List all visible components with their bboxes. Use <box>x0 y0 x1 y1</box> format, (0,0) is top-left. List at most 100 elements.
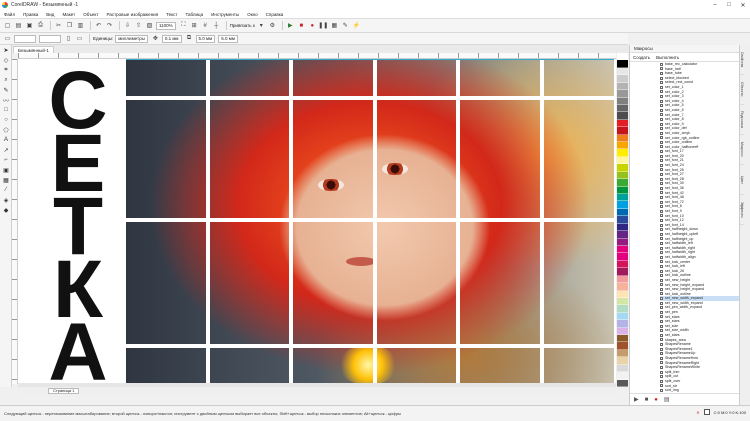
print-icon[interactable]: ⎙ <box>36 21 45 30</box>
palette-swatch[interactable] <box>617 201 628 209</box>
macro-manager-icon[interactable]: ▦ <box>330 21 339 30</box>
palette-swatch[interactable] <box>617 216 628 224</box>
maximize-icon[interactable]: □ <box>722 0 736 10</box>
palette-swatch[interactable] <box>617 60 628 68</box>
chevron-down-icon[interactable]: ▾ <box>257 21 266 30</box>
palette-swatch[interactable] <box>617 312 628 321</box>
run-macro-button[interactable]: Выполнить <box>656 55 679 60</box>
zoom-level-field[interactable]: 1100% <box>156 21 176 30</box>
palette-swatch[interactable] <box>617 186 628 195</box>
docker-tab[interactable]: Подсказки <box>740 105 744 135</box>
menu-table[interactable]: Таблица <box>185 12 203 17</box>
publish-pdf-icon[interactable]: ▧ <box>145 21 154 30</box>
nudge-distance-field[interactable]: 0.1 мм <box>161 34 182 43</box>
palette-swatch[interactable] <box>617 112 628 120</box>
import-icon[interactable]: ⇩ <box>123 21 132 30</box>
undo-icon[interactable]: ↶ <box>94 21 103 30</box>
crop-tool-icon[interactable]: ⌗ <box>0 65 12 75</box>
transparency-tool-icon[interactable]: ▦ <box>0 175 12 185</box>
landscape-icon[interactable]: ▭ <box>75 34 84 43</box>
palette-swatch[interactable] <box>617 179 628 187</box>
palette-swatch[interactable] <box>617 82 628 91</box>
palette-swatch[interactable] <box>617 335 628 343</box>
eyedropper-icon[interactable]: ⁄ <box>0 185 12 195</box>
interactive-fill-icon[interactable]: ◈ <box>0 195 12 205</box>
palette-swatch[interactable] <box>617 134 628 143</box>
palette-swatch[interactable] <box>617 283 628 291</box>
palette-swatch[interactable] <box>617 194 628 202</box>
text-tool-icon[interactable]: A <box>0 135 12 145</box>
ellipse-tool-icon[interactable]: ○ <box>0 115 12 125</box>
options-gear-icon[interactable]: ⚙ <box>268 21 277 30</box>
palette-swatch[interactable] <box>617 231 628 239</box>
docker-tab[interactable]: Эффекты <box>740 195 744 225</box>
palette-swatch[interactable] <box>617 320 628 328</box>
cut-icon[interactable]: ✂ <box>54 21 63 30</box>
menu-file[interactable]: Файл <box>4 12 15 17</box>
artistic-media-icon[interactable]: 〰 <box>0 95 12 105</box>
shape-tool-icon[interactable]: ◇ <box>0 55 12 65</box>
palette-swatch[interactable] <box>617 268 628 276</box>
portrait-image[interactable] <box>126 59 614 383</box>
drop-shadow-icon[interactable]: ▣ <box>0 165 12 175</box>
vertical-text-setka[interactable]: С Е Т К А <box>38 60 118 384</box>
palette-swatch[interactable] <box>617 290 628 298</box>
palette-swatch[interactable] <box>617 164 628 172</box>
palette-swatch[interactable] <box>617 245 628 254</box>
polygon-tool-icon[interactable]: ⬠ <box>0 125 12 135</box>
palette-swatch[interactable] <box>617 53 628 61</box>
stop-icon[interactable]: ■ <box>645 397 649 403</box>
document-tab[interactable]: Безымянный-1 <box>13 46 54 53</box>
page-tab[interactable]: Страница 1 <box>48 387 80 394</box>
palette-swatch[interactable] <box>617 238 628 246</box>
page-size-icon[interactable]: ▭ <box>3 34 12 43</box>
zoom-tool-icon[interactable]: ⌕ <box>0 75 12 85</box>
palette-swatch[interactable] <box>617 372 628 380</box>
open-icon[interactable]: ▤ <box>14 21 23 30</box>
guidelines-icon[interactable]: ┼ <box>212 21 221 30</box>
menu-object[interactable]: Объект <box>83 12 98 17</box>
macro-list-item[interactable]: sort_img <box>660 388 740 392</box>
palette-swatch[interactable] <box>617 119 628 128</box>
export-icon[interactable]: ⇧ <box>134 21 143 30</box>
palette-swatch[interactable] <box>617 297 628 306</box>
docker-tab[interactable]: Цвет <box>740 165 744 195</box>
units-select[interactable]: миллиметры <box>115 34 148 43</box>
redo-icon[interactable]: ↷ <box>105 21 114 30</box>
play-icon[interactable]: ▶ <box>634 396 639 403</box>
palette-swatch[interactable] <box>617 379 628 387</box>
portrait-icon[interactable]: ▯ <box>64 34 73 43</box>
palette-swatch[interactable] <box>617 67 628 76</box>
palette-swatch[interactable] <box>617 104 628 113</box>
palette-swatch[interactable] <box>617 223 628 232</box>
paste-icon[interactable]: ▥ <box>76 21 85 30</box>
drawing-canvas[interactable]: С Е Т К А <box>18 59 616 383</box>
palette-swatch[interactable] <box>617 349 628 358</box>
menu-edit[interactable]: Правка <box>23 12 38 17</box>
palette-swatch[interactable] <box>617 327 628 336</box>
docker-tab[interactable]: Макросы <box>740 135 744 165</box>
freehand-tool-icon[interactable]: ✎ <box>0 85 12 95</box>
folder-icon[interactable]: ▤ <box>664 396 670 403</box>
save-icon[interactable]: ▣ <box>25 21 34 30</box>
macro-stop-icon[interactable]: ■ <box>297 21 306 30</box>
copy-icon[interactable]: ❐ <box>65 21 74 30</box>
menu-layout[interactable]: Макет <box>62 12 75 17</box>
duplicate-x-field[interactable]: 5.0 мм <box>195 34 216 43</box>
macro-record-icon[interactable]: ● <box>308 21 317 30</box>
script-icon[interactable]: ⚡ <box>352 21 361 30</box>
smart-fill-icon[interactable]: ◆ <box>0 205 12 215</box>
macro-list[interactable]: base_rec_calculator base_half base_tube sel… <box>630 62 740 392</box>
palette-swatch[interactable] <box>617 171 628 180</box>
docker-tab[interactable]: Объекты <box>740 75 744 105</box>
palette-swatch[interactable] <box>617 208 628 217</box>
page-height-field[interactable] <box>39 34 61 43</box>
macro-pause-icon[interactable]: ❚❚ <box>318 21 328 30</box>
palette-swatch[interactable] <box>617 149 628 157</box>
menu-bitmaps[interactable]: Растровые изображения <box>107 12 159 17</box>
duplicate-y-field[interactable]: 5.0 мм <box>218 34 238 43</box>
palette-swatch[interactable] <box>617 275 628 284</box>
palette-swatch[interactable] <box>617 357 628 365</box>
palette-swatch[interactable] <box>617 156 628 165</box>
palette-swatch[interactable] <box>617 75 628 83</box>
